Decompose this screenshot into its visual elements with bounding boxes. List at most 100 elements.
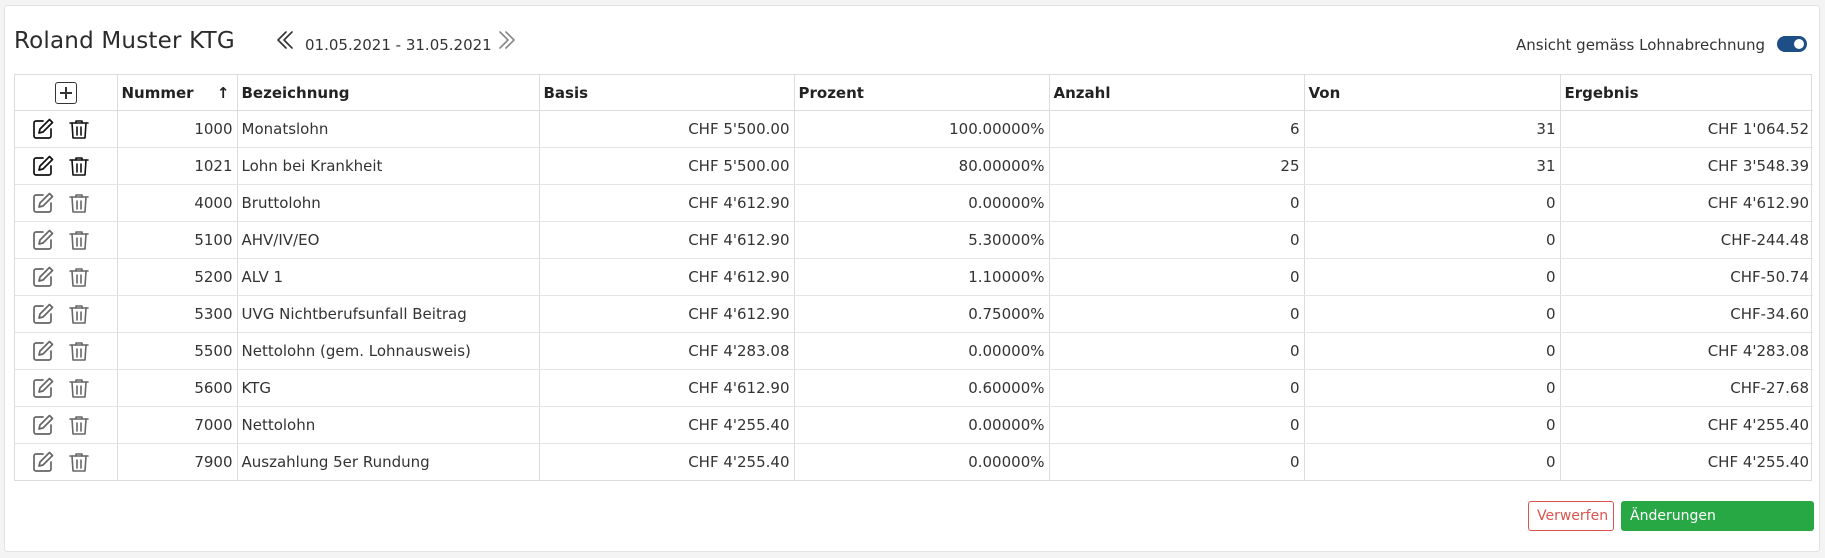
sort-ascending-icon[interactable]: ↑ bbox=[217, 84, 230, 102]
cell-prozent: 5.30000% bbox=[794, 221, 1050, 259]
cell-von: 0 bbox=[1304, 295, 1561, 333]
table-row[interactable]: 4000 Bruttolohn CHF 4'612.90 0.00000% 0 0 CHF … bbox=[15, 184, 1813, 222]
previous-period-icon[interactable] bbox=[273, 28, 297, 52]
cell-bezeichnung: UVG Nichtberufsunfall Beitrag bbox=[237, 295, 540, 333]
edit-icon[interactable] bbox=[31, 191, 55, 215]
cell-prozent: 0.75000% bbox=[794, 295, 1050, 333]
cell-nummer: 7900 bbox=[117, 443, 238, 480]
table-row[interactable]: 1000 Monatslohn CHF 5'500.00 100.00000% 6 31 C… bbox=[15, 110, 1813, 148]
cell-von: 0 bbox=[1304, 184, 1561, 222]
cell-bezeichnung: Monatslohn bbox=[237, 110, 540, 148]
trash-icon[interactable] bbox=[67, 265, 91, 289]
cell-nummer: 5200 bbox=[117, 258, 238, 296]
trash-icon[interactable] bbox=[67, 450, 91, 474]
cell-basis: CHF 4'612.90 bbox=[539, 295, 795, 333]
column-header-nummer[interactable]: Nummer ↑ bbox=[117, 75, 238, 111]
cell-ergebnis: CHF 4'255.40 bbox=[1707, 453, 1809, 471]
cell-ergebnis: CHF 4'612.90 bbox=[1560, 184, 1813, 222]
view-toggle[interactable] bbox=[1777, 36, 1807, 52]
row-actions bbox=[15, 147, 118, 185]
cell-prozent: 0.00000% bbox=[794, 184, 1050, 222]
cell-basis: CHF 4'255.40 bbox=[539, 406, 795, 444]
edit-icon[interactable] bbox=[31, 413, 55, 437]
cell-anzahl: 0 bbox=[1049, 221, 1305, 259]
discard-button[interactable]: Verwerfen bbox=[1528, 501, 1614, 531]
column-header-von[interactable]: Von bbox=[1304, 75, 1561, 111]
cell-von: 0 bbox=[1304, 258, 1561, 296]
cell-ergebnis: CHF 4'255.40 bbox=[1560, 406, 1813, 444]
edit-icon[interactable] bbox=[31, 117, 55, 141]
column-header-prozent[interactable]: Prozent bbox=[794, 75, 1050, 111]
trash-icon[interactable] bbox=[67, 376, 91, 400]
wage-types-table: Nummer ↑ Bezeichnung Basis Prozent Anzah… bbox=[14, 74, 1813, 481]
edit-icon[interactable] bbox=[31, 339, 55, 363]
cell-basis: CHF 5'500.00 bbox=[539, 110, 795, 148]
cell-bezeichnung: Bruttolohn bbox=[237, 184, 540, 222]
cell-prozent: 0.00000% bbox=[794, 332, 1050, 370]
table-row[interactable]: 5300 UVG Nichtberufsunfall Beitrag CHF 4'6… bbox=[15, 295, 1813, 333]
cell-anzahl: 0 bbox=[1049, 184, 1305, 222]
row-actions bbox=[15, 406, 118, 444]
apply-changes-button[interactable]: Änderungen übernehmen bbox=[1621, 501, 1814, 552]
trash-icon[interactable] bbox=[67, 117, 91, 141]
cell-bezeichnung: Lohn bei Krankheit bbox=[237, 147, 540, 185]
cell-prozent: 1.10000% bbox=[794, 258, 1050, 296]
column-header-anzahl[interactable]: Anzahl bbox=[1049, 75, 1305, 111]
row-actions bbox=[15, 332, 118, 370]
next-period-icon[interactable] bbox=[495, 28, 519, 52]
cell-anzahl: 0 bbox=[1049, 295, 1305, 333]
cell-basis: CHF 4'612.90 bbox=[539, 258, 795, 296]
table-row[interactable]: 5500 Nettolohn (gem. Lohnausweis) CHF 4'28… bbox=[15, 332, 1813, 370]
edit-icon[interactable] bbox=[31, 450, 55, 474]
cell-von: 0 bbox=[1304, 369, 1561, 407]
cell-ergebnis: CHF 1'064.52 bbox=[1560, 110, 1813, 148]
column-header-basis[interactable]: Basis bbox=[539, 75, 795, 111]
cell-prozent: 0.00000% bbox=[794, 406, 1050, 444]
payroll-card: Roland Muster KTG 01.05.2021 - 31.05.202… bbox=[4, 5, 1820, 552]
cell-nummer: 7000 bbox=[117, 406, 238, 444]
cell-anzahl: 0 bbox=[1049, 406, 1305, 444]
cell-anzahl: 0 bbox=[1049, 369, 1305, 407]
cell-bezeichnung: KTG bbox=[237, 369, 540, 407]
cell-nummer: 5300 bbox=[117, 295, 238, 333]
table-row[interactable]: 1021 Lohn bei Krankheit CHF 5'500.00 80.000… bbox=[15, 147, 1813, 185]
edit-icon[interactable] bbox=[31, 154, 55, 178]
cell-basis: CHF 4'612.90 bbox=[539, 369, 795, 407]
cell-von: 0 bbox=[1304, 443, 1561, 480]
column-header-bezeichnung[interactable]: Bezeichnung bbox=[237, 75, 540, 111]
table-row[interactable]: 5200 ALV 1 CHF 4'612.90 1.10000% 0 0 CHF-50.74 bbox=[15, 258, 1813, 296]
cell-nummer: 5600 bbox=[117, 369, 238, 407]
table-row[interactable]: 7900 Auszahlung 5er Rundung CHF 4'255.40 0.… bbox=[15, 443, 1813, 480]
column-header-ergebnis[interactable]: Ergebnis bbox=[1560, 75, 1813, 111]
table-row[interactable]: 5100 AHV/IV/EO CHF 4'612.90 5.30000% 0 0 CHF-2… bbox=[15, 221, 1813, 259]
table-row[interactable]: 7000 Nettolohn CHF 4'255.40 0.00000% 0 0 CHF 4… bbox=[15, 406, 1813, 444]
cell-prozent: 0.00000% bbox=[794, 443, 1050, 480]
cell-von: 31 bbox=[1304, 147, 1561, 185]
cell-nummer: 4000 bbox=[117, 184, 238, 222]
table-row[interactable]: 5600 KTG CHF 4'612.90 0.60000% 0 0 CHF-27.68 bbox=[15, 369, 1813, 407]
row-actions bbox=[15, 221, 118, 259]
cell-ergebnis: CHF-34.60 bbox=[1560, 295, 1813, 333]
trash-icon[interactable] bbox=[67, 339, 91, 363]
add-row-icon[interactable] bbox=[54, 81, 77, 104]
trash-icon[interactable] bbox=[67, 413, 91, 437]
cell-basis: CHF 4'612.90 bbox=[539, 184, 795, 222]
cell-bezeichnung: ALV 1 bbox=[237, 258, 540, 296]
trash-icon[interactable] bbox=[67, 228, 91, 252]
cell-nummer: 5100 bbox=[117, 221, 238, 259]
cell-prozent: 80.00000% bbox=[794, 147, 1050, 185]
cell-bezeichnung: Nettolohn bbox=[237, 406, 540, 444]
edit-icon[interactable] bbox=[31, 228, 55, 252]
edit-icon[interactable] bbox=[31, 265, 55, 289]
trash-icon[interactable] bbox=[67, 154, 91, 178]
trash-icon[interactable] bbox=[67, 302, 91, 326]
cell-nummer: 1021 bbox=[117, 147, 238, 185]
edit-icon[interactable] bbox=[31, 302, 55, 326]
cell-von: 31 bbox=[1304, 110, 1561, 148]
table-header-row: Nummer ↑ Bezeichnung Basis Prozent Anzah… bbox=[15, 75, 1813, 111]
page-title: Roland Muster KTG bbox=[14, 28, 235, 54]
cell-ergebnis: CHF 3'548.39 bbox=[1560, 147, 1813, 185]
edit-icon[interactable] bbox=[31, 376, 55, 400]
trash-icon[interactable] bbox=[67, 191, 91, 215]
cell-ergebnis: CHF-244.48 bbox=[1560, 221, 1813, 259]
